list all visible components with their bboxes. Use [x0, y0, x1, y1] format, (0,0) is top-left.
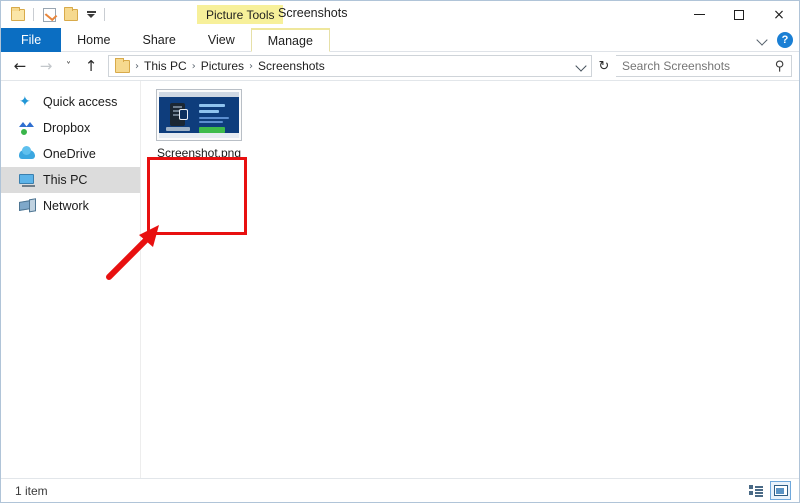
minimize-icon — [693, 14, 705, 15]
window-controls: × — [679, 1, 799, 28]
tab-view[interactable]: View — [192, 28, 251, 52]
navigation-pane: ✦ Quick access Dropbox OneDrive This PC … — [1, 81, 141, 478]
back-button[interactable]: ← — [8, 54, 32, 78]
sidebar-item-label: OneDrive — [43, 147, 96, 161]
sidebar-item-label: Network — [43, 199, 89, 213]
search-box[interactable]: ⚲ — [616, 55, 792, 77]
maximize-icon — [734, 9, 744, 20]
file-thumbnail — [156, 89, 242, 141]
tab-manage[interactable]: Manage — [250, 28, 330, 52]
refresh-button[interactable]: ↻ — [594, 55, 614, 77]
forward-button[interactable]: → — [34, 54, 58, 78]
sidebar-item-label: Dropbox — [43, 121, 91, 135]
customize-qat-caret-icon[interactable] — [83, 5, 99, 25]
sidebar-item-dropbox[interactable]: Dropbox — [1, 115, 140, 141]
properties-glyph — [42, 7, 56, 22]
minimize-button[interactable] — [679, 1, 719, 28]
new-folder-icon[interactable] — [61, 5, 81, 25]
sidebar-item-network[interactable]: Network — [1, 193, 140, 219]
breadcrumb[interactable]: › This PC › Pictures › Screenshots — [108, 55, 592, 77]
title-bar: Picture Tools Screenshots × — [1, 1, 799, 28]
breadcrumb-item-pictures[interactable]: Pictures — [198, 59, 247, 73]
ribbon-tab-bar: File Home Share View Manage ? — [1, 28, 799, 52]
breadcrumb-separator: › — [249, 60, 254, 72]
view-mode-buttons — [745, 481, 791, 500]
sidebar-item-label: This PC — [43, 173, 88, 187]
details-view-button[interactable] — [745, 481, 766, 500]
thumbnail-image — [159, 92, 239, 138]
cloud-icon — [19, 146, 35, 162]
breadcrumb-item-this-pc[interactable]: This PC — [141, 59, 190, 73]
properties-icon[interactable] — [39, 5, 59, 25]
recent-locations-button[interactable]: ˅ — [60, 54, 77, 78]
search-input[interactable] — [622, 59, 776, 73]
sidebar-item-label: Quick access — [43, 95, 118, 109]
breadcrumb-separator: › — [191, 60, 196, 72]
search-icon: ⚲ — [775, 58, 785, 74]
list-item[interactable]: Screenshot.png — [153, 89, 245, 161]
sidebar-item-quick-access[interactable]: ✦ Quick access — [1, 89, 140, 115]
tab-share[interactable]: Share — [127, 28, 192, 52]
chevron-down-icon[interactable] — [573, 57, 589, 75]
close-button[interactable]: × — [759, 1, 799, 28]
close-icon: × — [773, 6, 785, 23]
thumbnail-top-bar — [159, 92, 239, 97]
address-bar: ← → ˅ ↑ › This PC › Pictures › Screensho… — [1, 52, 799, 80]
thumbnail-text-line — [199, 117, 229, 119]
qat-divider — [104, 8, 105, 21]
lock-icon — [179, 109, 188, 120]
computer-icon — [19, 172, 35, 188]
help-icon[interactable]: ? — [777, 32, 793, 48]
large-icons-view-button[interactable] — [770, 481, 791, 500]
chevron-down-icon[interactable] — [755, 33, 769, 47]
explorer-body: ✦ Quick access Dropbox OneDrive This PC … — [1, 80, 799, 478]
maximize-button[interactable] — [719, 1, 759, 28]
breadcrumb-item-screenshots[interactable]: Screenshots — [255, 59, 328, 73]
explorer-icon[interactable] — [8, 5, 28, 25]
network-icon — [19, 198, 35, 214]
large-icons-view-icon — [773, 485, 788, 496]
qat-divider — [33, 8, 34, 21]
breadcrumb-separator: › — [135, 60, 139, 72]
folder-icon — [115, 57, 130, 73]
thumbnail-bottom-bar — [159, 133, 239, 138]
thumbnail-text-line — [199, 121, 223, 123]
file-name-label: Screenshot.png — [153, 145, 245, 161]
star-icon: ✦ — [19, 94, 31, 110]
thumbnail-heading-line — [199, 110, 219, 113]
status-bar: 1 item — [1, 478, 799, 502]
sidebar-item-this-pc[interactable]: This PC — [1, 167, 140, 193]
up-button[interactable]: ↑ — [79, 54, 103, 78]
quick-access-toolbar — [1, 1, 108, 28]
ribbon-right-controls: ? — [755, 28, 793, 52]
folder-glyph — [64, 6, 78, 21]
thumbnail-heading-line — [199, 104, 225, 107]
tab-file[interactable]: File — [1, 28, 62, 52]
item-count-label: 1 item — [15, 483, 48, 498]
folder-glyph — [11, 6, 25, 21]
breadcrumb-tail — [573, 57, 589, 75]
file-list-view[interactable]: Screenshot.png — [141, 81, 799, 478]
sidebar-item-onedrive[interactable]: OneDrive — [1, 141, 140, 167]
window-title: Screenshots — [278, 6, 348, 20]
file-explorer-window: Picture Tools Screenshots × File Home Sh… — [0, 0, 800, 503]
tab-home[interactable]: Home — [61, 28, 126, 52]
thumbnail-base-shape — [166, 127, 190, 131]
contextual-tab-title: Picture Tools — [197, 5, 284, 24]
dropbox-icon — [19, 120, 35, 136]
details-view-icon — [748, 485, 763, 496]
